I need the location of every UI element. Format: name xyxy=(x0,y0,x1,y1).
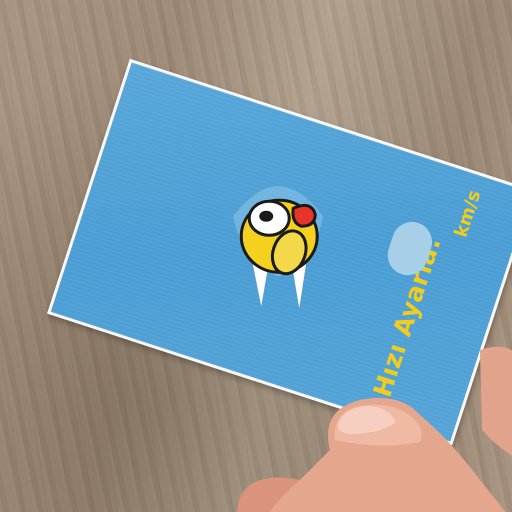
speed-unit-label: km/s xyxy=(450,187,486,240)
hand-holding-card xyxy=(237,346,512,512)
bird-mascot-icon xyxy=(233,186,324,309)
photo-scene: Hızı Ayarla: km/s xyxy=(0,0,512,512)
